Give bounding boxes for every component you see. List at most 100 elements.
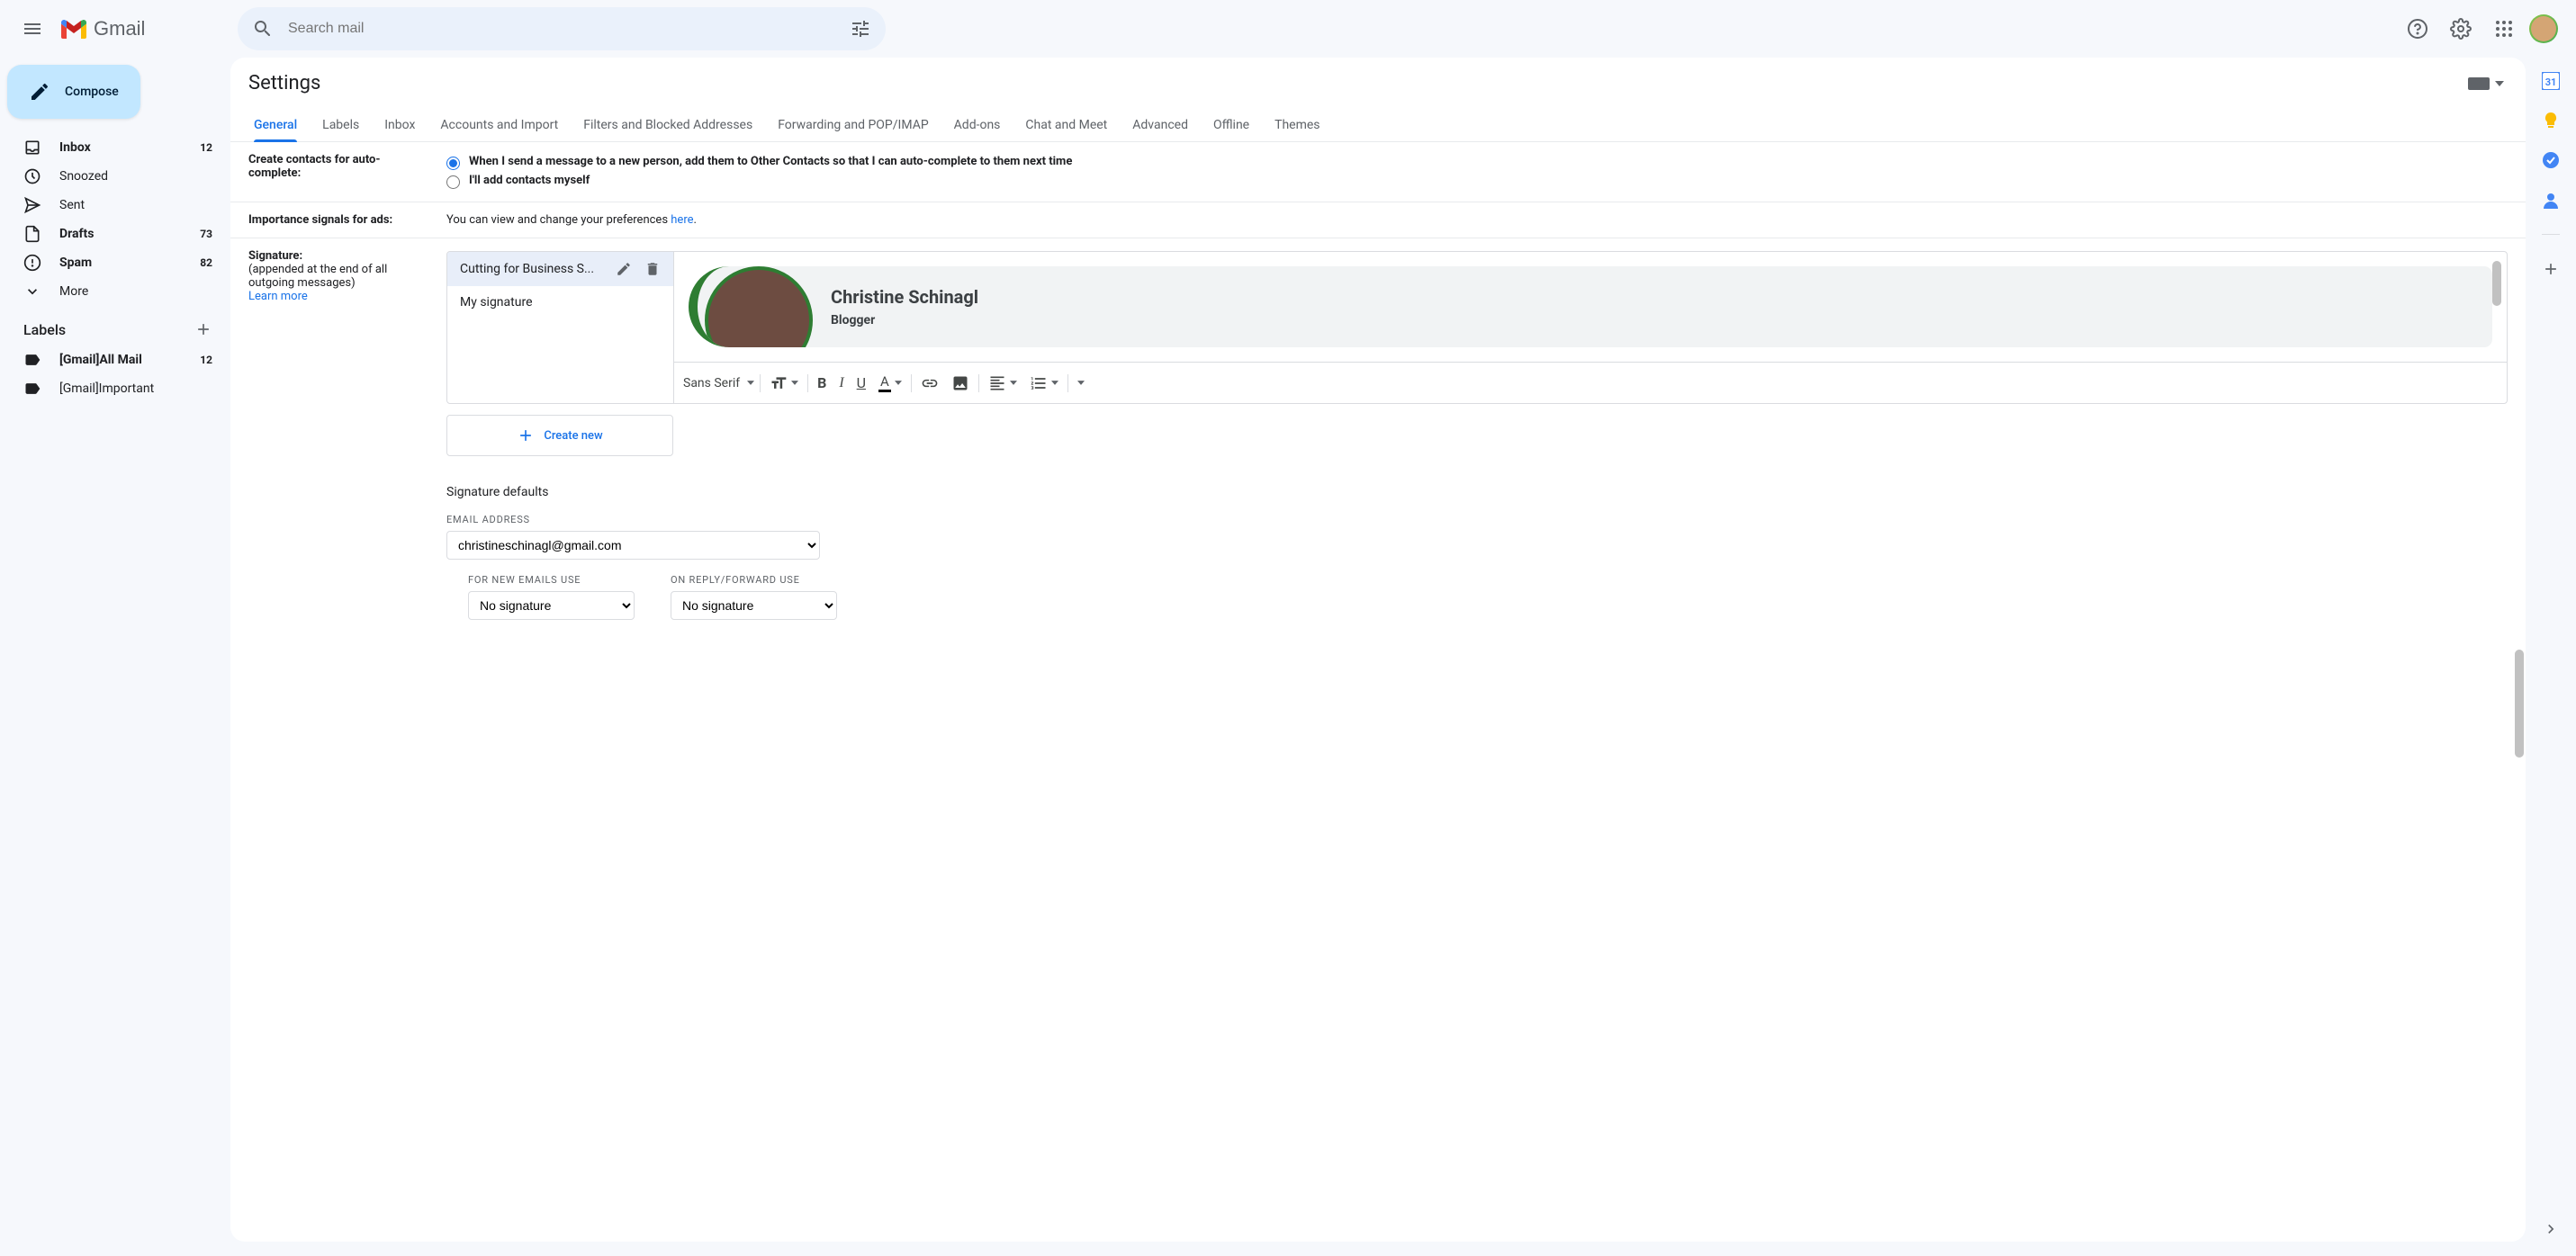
edit-icon[interactable] (616, 261, 632, 277)
avatar-image (2531, 16, 2556, 41)
italic-button[interactable]: I (835, 372, 847, 395)
preview-scrollbar[interactable] (2492, 261, 2501, 306)
align-icon (988, 374, 1006, 392)
sidebar-item-inbox[interactable]: Inbox12 (0, 133, 223, 162)
list-button[interactable] (1026, 371, 1062, 396)
nav-label: More (59, 284, 194, 299)
main-menu-button[interactable] (11, 7, 54, 50)
tab-accounts-and-import[interactable]: Accounts and Import (428, 109, 571, 141)
chevron-right-icon (2542, 1220, 2560, 1238)
tab-general[interactable]: General (241, 109, 310, 141)
gmail-logo[interactable]: Gmail (58, 17, 145, 40)
signature-defaults-title: Signature defaults (446, 485, 2508, 499)
tab-chat-and-meet[interactable]: Chat and Meet (1013, 109, 1120, 141)
input-tools-button[interactable] (2468, 77, 2504, 90)
ads-text-post: . (694, 213, 697, 227)
sidebar-item-snoozed[interactable]: Snoozed (0, 162, 223, 191)
account-avatar[interactable] (2529, 14, 2558, 43)
gear-icon (2450, 18, 2472, 40)
signature-editor: Cutting for Business S... My signature (446, 251, 2508, 404)
label-item[interactable]: [Gmail]Important (0, 374, 223, 403)
nav-label: Drafts (59, 227, 182, 241)
add-label-button[interactable] (191, 317, 216, 342)
labels-header: Labels (0, 306, 230, 345)
contacts-manual-radio[interactable] (446, 175, 460, 189)
underline-button[interactable]: U (853, 371, 869, 395)
contacts-manual-label: I'll add contacts myself (469, 174, 590, 187)
keep-app-button[interactable] (2542, 112, 2560, 130)
new-emails-select[interactable]: No signature (468, 591, 635, 620)
tab-forwarding-and-pop/imap[interactable]: Forwarding and POP/IMAP (765, 109, 941, 141)
tab-inbox[interactable]: Inbox (372, 109, 428, 141)
support-button[interactable] (2400, 11, 2436, 47)
settings-button[interactable] (2443, 11, 2479, 47)
image-icon (951, 374, 969, 392)
inbox-icon (23, 139, 41, 157)
link-icon (921, 374, 939, 392)
align-button[interactable] (985, 371, 1021, 396)
font-size-button[interactable] (766, 371, 802, 396)
main-scrollbar[interactable] (2515, 650, 2524, 758)
delete-icon[interactable] (644, 261, 661, 277)
image-button[interactable] (948, 371, 973, 396)
signature-preview[interactable]: Christine Schinagl Blogger (674, 252, 2507, 362)
signature-item[interactable]: My signature (447, 286, 673, 318)
search-input[interactable] (281, 21, 842, 37)
create-new-label: Create new (544, 429, 602, 443)
nav-label: Inbox (59, 140, 182, 155)
tasks-app-button[interactable] (2542, 151, 2560, 169)
nav-label: [Gmail]All Mail (59, 353, 182, 367)
collapse-panel-button[interactable] (2542, 1220, 2560, 1238)
compose-label: Compose (65, 85, 119, 99)
create-new-signature-button[interactable]: Create new (446, 415, 673, 456)
tab-filters-and-blocked-addresses[interactable]: Filters and Blocked Addresses (571, 109, 765, 141)
hamburger-icon (22, 18, 43, 40)
ads-here-link[interactable]: here (671, 213, 693, 227)
signature-item-selected[interactable]: Cutting for Business S... (447, 252, 673, 286)
nav-count: 82 (200, 256, 212, 269)
tab-add-ons[interactable]: Add-ons (941, 109, 1013, 141)
signature-avatar (705, 266, 813, 347)
tune-icon (850, 18, 871, 40)
label-item[interactable]: [Gmail]All Mail 12 (0, 345, 223, 374)
list-icon (1030, 374, 1048, 392)
compose-button[interactable]: Compose (7, 65, 140, 119)
tab-themes[interactable]: Themes (1262, 109, 1332, 141)
calendar-app-button[interactable]: 31 (2542, 72, 2560, 90)
dropdown-icon (1051, 381, 1058, 385)
ads-label: Importance signals for ads: (248, 213, 392, 227)
nav-count: 12 (200, 354, 212, 366)
apps-button[interactable] (2486, 11, 2522, 47)
nav-label: Spam (59, 256, 182, 270)
gmail-icon (61, 19, 86, 39)
tab-offline[interactable]: Offline (1201, 109, 1262, 141)
search-button[interactable] (245, 11, 281, 47)
keep-icon (2542, 112, 2560, 130)
plus-icon (2542, 260, 2560, 278)
contacts-app-button[interactable] (2542, 191, 2560, 209)
nav-label: Snoozed (59, 169, 194, 184)
nav-label: [Gmail]Important (59, 381, 194, 396)
font-selector[interactable]: Sans Serif (683, 376, 754, 390)
calendar-icon: 31 (2542, 72, 2560, 90)
keyboard-icon (2468, 77, 2490, 90)
signature-learn-more-link[interactable]: Learn more (248, 290, 308, 303)
bold-button[interactable]: B (814, 371, 830, 395)
sidebar-item-spam[interactable]: Spam 82 (0, 248, 223, 277)
sidebar-item-sent[interactable]: Sent (0, 191, 223, 220)
search-options-button[interactable] (842, 11, 878, 47)
text-color-button[interactable]: A (875, 370, 905, 396)
reply-forward-select[interactable]: No signature (671, 591, 837, 620)
more-formatting-button[interactable] (1074, 377, 1088, 389)
tab-advanced[interactable]: Advanced (1120, 109, 1201, 141)
contacts-auto-radio[interactable] (446, 157, 460, 170)
link-button[interactable] (917, 371, 942, 396)
sidebar-item-drafts[interactable]: Drafts73 (0, 220, 223, 248)
add-app-button[interactable] (2542, 260, 2560, 278)
sidebar-item-more[interactable]: More (0, 277, 223, 306)
email-address-select[interactable]: christineschinagl@gmail.com (446, 531, 820, 560)
settings-tabs: GeneralLabelsInboxAccounts and ImportFil… (230, 109, 2526, 142)
tab-labels[interactable]: Labels (310, 109, 372, 141)
apps-icon (2493, 18, 2515, 40)
signature-list: Cutting for Business S... My signature (447, 252, 674, 403)
